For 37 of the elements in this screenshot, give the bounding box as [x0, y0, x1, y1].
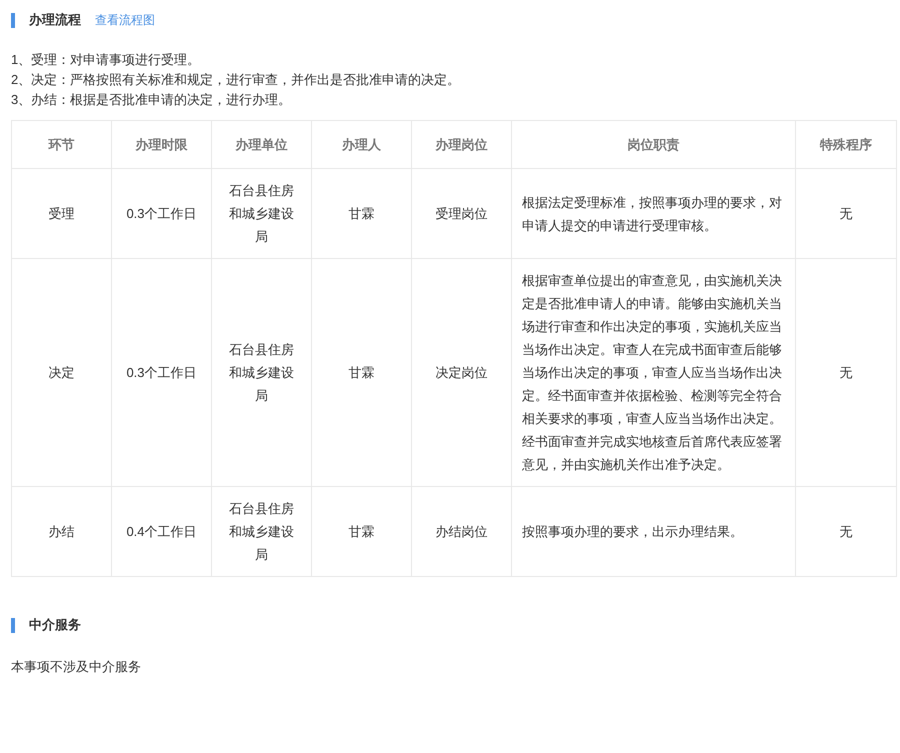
- table-cell: 无: [796, 168, 896, 258]
- section-title: 办理流程: [29, 11, 81, 29]
- table-cell: 甘霖: [312, 486, 412, 576]
- table-cell: 办结: [12, 486, 112, 576]
- table-cell: 无: [796, 486, 896, 576]
- table-cell: 甘霖: [312, 258, 412, 486]
- table-cell: 按照事项办理的要求，出示办理结果。: [512, 486, 796, 576]
- column-header: 办理岗位: [412, 120, 512, 168]
- table-cell: 受理: [12, 168, 112, 258]
- table-cell: 甘霖: [312, 168, 412, 258]
- step-text: 1、受理：对申请事项进行受理。: [11, 51, 202, 69]
- column-header: 办理时限: [112, 120, 212, 168]
- table-cell: 0.3个工作日: [112, 168, 212, 258]
- section-marker: [11, 12, 15, 28]
- column-header: 办理单位: [212, 120, 312, 168]
- table-cell: 0.4个工作日: [112, 486, 212, 576]
- table-cell: 办结岗位: [412, 486, 512, 576]
- section-marker: [11, 618, 15, 632]
- table-cell: 根据法定受理标准，按照事项办理的要求，对申请人提交的申请进行受理审核。: [512, 168, 796, 258]
- table-cell: 无: [796, 258, 896, 486]
- intermediary-text: 本事项不涉及中介服务: [11, 659, 141, 674]
- flowchart-link[interactable]: 查看流程图: [95, 12, 155, 28]
- table-cell: 决定: [12, 258, 112, 486]
- table-cell: 石台县住房和城乡建设局: [212, 168, 312, 258]
- table-cell: 根据审查单位提出的审查意见，由实施机关决定是否批准申请人的申请。能够由实施机关当场进行审查和作出决定的事项，实施机关应当当场作出决定。审查人在完成书面审查后能够当场作出决定的事项，审查人应当当场作出决定。经书面审查并依据检验、检测等完全符合相关要求的事项，审查人应当当场作出决定。经书面审查并完成实地核查后首席代表应签署意见，并由实施机关作出准予决定。: [512, 258, 796, 486]
- column-header: 岗位职责: [512, 120, 796, 168]
- step-text: 3、办结：根据是否批准申请的决定，进行办理。: [11, 91, 292, 109]
- step-text: 2、决定：严格按照有关标准和规定，进行审查，并作出是否批准申请的决定。: [11, 71, 462, 89]
- table-cell: 受理岗位: [412, 168, 512, 258]
- section-title: 中介服务: [29, 616, 81, 634]
- table-cell: 石台县住房和城乡建设局: [212, 486, 312, 576]
- column-header: 办理人: [312, 120, 412, 168]
- column-header: 环节: [12, 120, 112, 168]
- table-cell: 石台县住房和城乡建设局: [212, 258, 312, 486]
- column-header: 特殊程序: [796, 120, 896, 168]
- table-cell: 决定岗位: [412, 258, 512, 486]
- table-cell: 0.3个工作日: [112, 258, 212, 486]
